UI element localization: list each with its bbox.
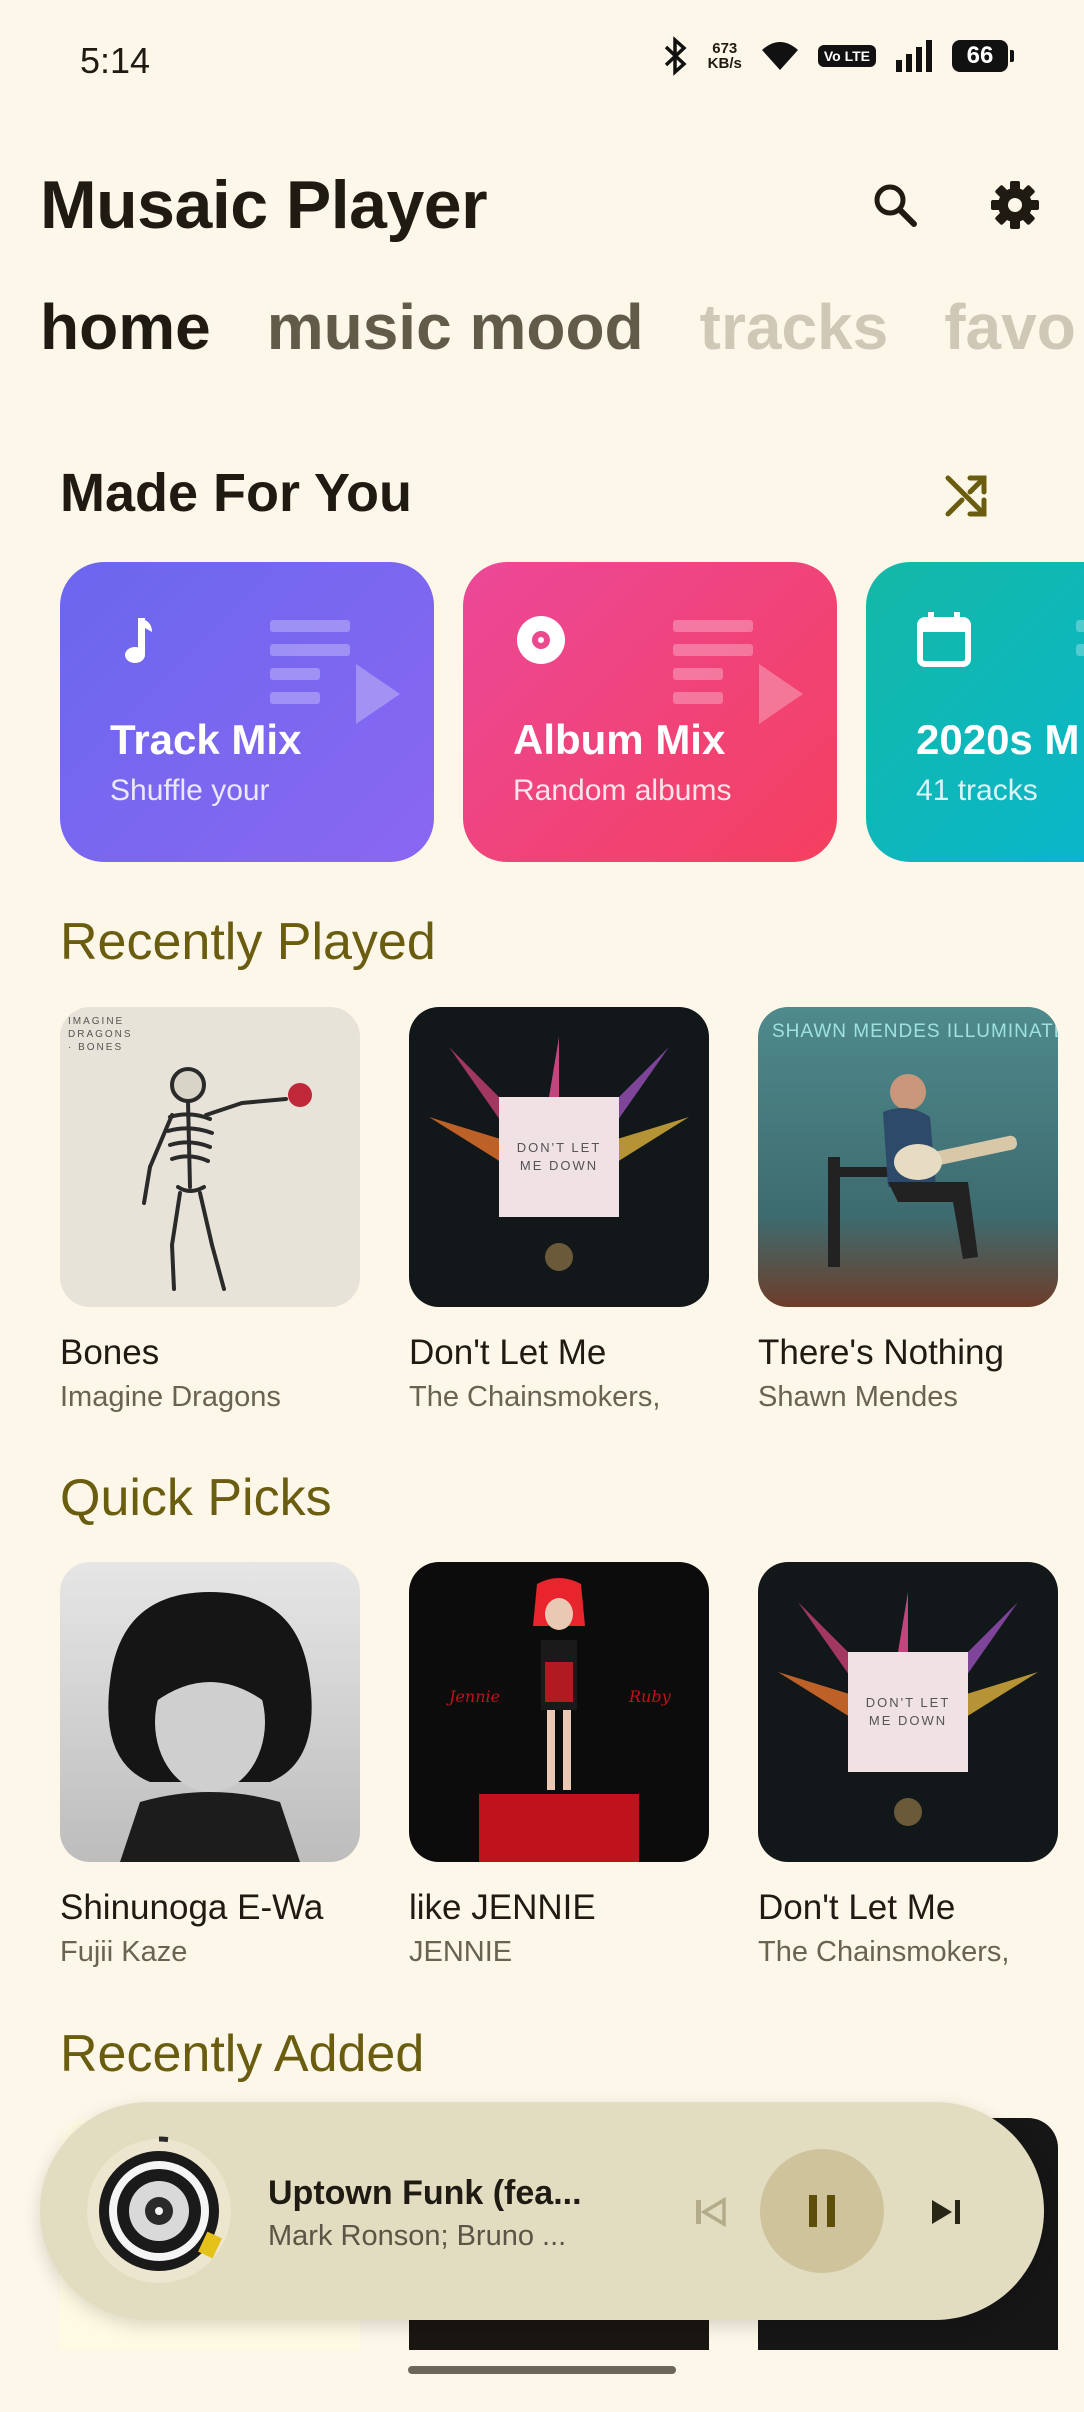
signal-icon: [896, 40, 932, 72]
wifi-icon: [761, 42, 798, 70]
album-cover: SHAWN MENDES ILLUMINATE: [758, 1007, 1058, 1307]
album-title: There's Nothing: [758, 1333, 1004, 1372]
now-playing-artist: Mark Ronson; Bruno ...: [268, 2220, 567, 2252]
battery-indicator: 66: [952, 40, 1014, 72]
album-title: Shinunoga E-Wa: [60, 1888, 324, 1927]
album-cover: [60, 1562, 360, 1862]
settings-button[interactable]: [980, 170, 1050, 240]
album-artist: Imagine Dragons: [60, 1381, 281, 1413]
cover-caption: DON'T LET ME DOWN: [848, 1652, 968, 1772]
mix-card-title: Album Mix: [513, 716, 726, 763]
mix-cards-row: Track Mix Shuffle your Album Mix Random …: [60, 562, 1084, 862]
quick-picks-row: Shinunoga E-Wa Fujii Kaze Jennie Ruby li…: [60, 1562, 1084, 1982]
album-title: like JENNIE: [409, 1888, 596, 1927]
skip-previous-icon: [696, 2196, 726, 2228]
calendar-icon: [917, 612, 971, 667]
mix-card-title: Track Mix: [110, 716, 302, 763]
playlist-decoration-icon: [270, 620, 400, 724]
mix-card-album-mix[interactable]: Album Mix Random albums: [463, 562, 837, 862]
tab-favorites[interactable]: favo: [944, 290, 1076, 364]
album-artist: Shawn Mendes: [758, 1381, 958, 1413]
album-artist: JENNIE: [409, 1936, 513, 1968]
portrait-artwork: [108, 1592, 312, 1862]
recently-added-title: Recently Added: [60, 2025, 425, 2083]
shuffle-button[interactable]: [936, 466, 996, 526]
vinyl-disc-icon: [87, 2136, 231, 2283]
now-playing-title: Uptown Funk (fea...: [268, 2174, 582, 2212]
mix-card-2020s[interactable]: 2020s M 41 tracks: [866, 562, 1084, 862]
quick-picks-title: Quick Picks: [60, 1469, 332, 1527]
network-speed-value: 673: [712, 40, 738, 57]
recently-played-title: Recently Played: [60, 913, 436, 971]
album-cover: DON'T LET ME DOWN: [758, 1562, 1058, 1862]
cover-caption: IMAGINE DRAGONS · BONES: [68, 1016, 133, 1053]
tab-tracks[interactable]: tracks: [700, 290, 889, 364]
skip-next-icon: [932, 2200, 960, 2224]
pause-button[interactable]: [760, 2149, 884, 2273]
mix-card-subtitle: 41 tracks: [916, 774, 1038, 807]
status-icons: 673 KB/s Vo LTE 66: [662, 36, 1014, 76]
cover-caption: DON'T LET ME DOWN: [499, 1097, 619, 1217]
music-note-icon: [125, 618, 152, 663]
pause-icon: [809, 2195, 835, 2227]
mix-card-title: 2020s M: [916, 716, 1080, 763]
tab-bar: home music mood tracks favo: [40, 290, 1084, 380]
album-item[interactable]: IMAGINE DRAGONS · BONES Bones Imagine Dr…: [60, 1007, 360, 1414]
album-artist: Fujii Kaze: [60, 1936, 188, 1968]
made-for-you-title: Made For You: [60, 463, 413, 523]
playlist-decoration-icon: [673, 620, 803, 724]
album-cover: DON'T LET ME DOWN: [409, 1007, 709, 1307]
search-button[interactable]: [860, 170, 930, 240]
album-artist: The Chainsmokers,: [409, 1381, 661, 1413]
album-title: Don't Let Me: [409, 1333, 607, 1372]
album-item[interactable]: Jennie Ruby like JENNIE JENNIE: [409, 1562, 709, 1969]
album-title: Bones: [60, 1333, 160, 1372]
album-artist: The Chainsmokers,: [758, 1936, 1010, 1968]
network-speed-unit: KB/s: [707, 55, 742, 72]
network-speed: 673 KB/s: [708, 41, 742, 71]
tab-music-mood[interactable]: music mood: [267, 290, 644, 364]
album-item[interactable]: DON'T LET ME DOWN Don't Let Me The Chain…: [409, 1007, 709, 1414]
app-title: Musaic Player: [40, 167, 488, 243]
status-bar: 5:14 673 KB/s Vo LTE 66: [0, 0, 1084, 124]
gear-icon: [991, 181, 1039, 229]
next-button[interactable]: [916, 2182, 976, 2242]
album-disc-icon: [517, 616, 565, 664]
album-item[interactable]: SHAWN MENDES ILLUMINATE There's Nothing …: [758, 1007, 1058, 1414]
tab-home[interactable]: home: [40, 290, 211, 364]
guitarist-artwork: [828, 1074, 1018, 1267]
mix-card-track-mix[interactable]: Track Mix Shuffle your: [60, 562, 434, 862]
svg-text:Ruby: Ruby: [628, 1687, 672, 1706]
album-title: Don't Let Me: [758, 1888, 956, 1927]
volte-icon: Vo LTE: [817, 45, 876, 67]
mini-player[interactable]: Uptown Funk (fea... Mark Ronson; Bruno .…: [40, 2102, 1044, 2320]
svg-text:Jennie: Jennie: [446, 1687, 500, 1706]
mix-card-subtitle: Random albums: [513, 774, 732, 807]
search-icon: [874, 184, 917, 227]
album-cover: IMAGINE DRAGONS · BONES: [60, 1007, 360, 1307]
album-cover: Jennie Ruby: [409, 1562, 709, 1862]
previous-button[interactable]: [680, 2182, 740, 2242]
shuffle-icon: [945, 475, 987, 517]
album-item[interactable]: Shinunoga E-Wa Fujii Kaze: [60, 1562, 360, 1969]
bluetooth-icon: [664, 36, 687, 76]
mix-card-subtitle: Shuffle your: [110, 774, 270, 807]
jennie-artwork: Jennie Ruby: [446, 1578, 672, 1862]
status-time: 5:14: [80, 40, 151, 81]
gesture-nav-handle[interactable]: [408, 2366, 676, 2374]
album-item[interactable]: DON'T LET ME DOWN Don't Let Me The Chain…: [758, 1562, 1058, 1969]
recently-played-row: IMAGINE DRAGONS · BONES Bones Imagine Dr…: [60, 1007, 1084, 1427]
playlist-decoration-icon: [1076, 620, 1084, 656]
